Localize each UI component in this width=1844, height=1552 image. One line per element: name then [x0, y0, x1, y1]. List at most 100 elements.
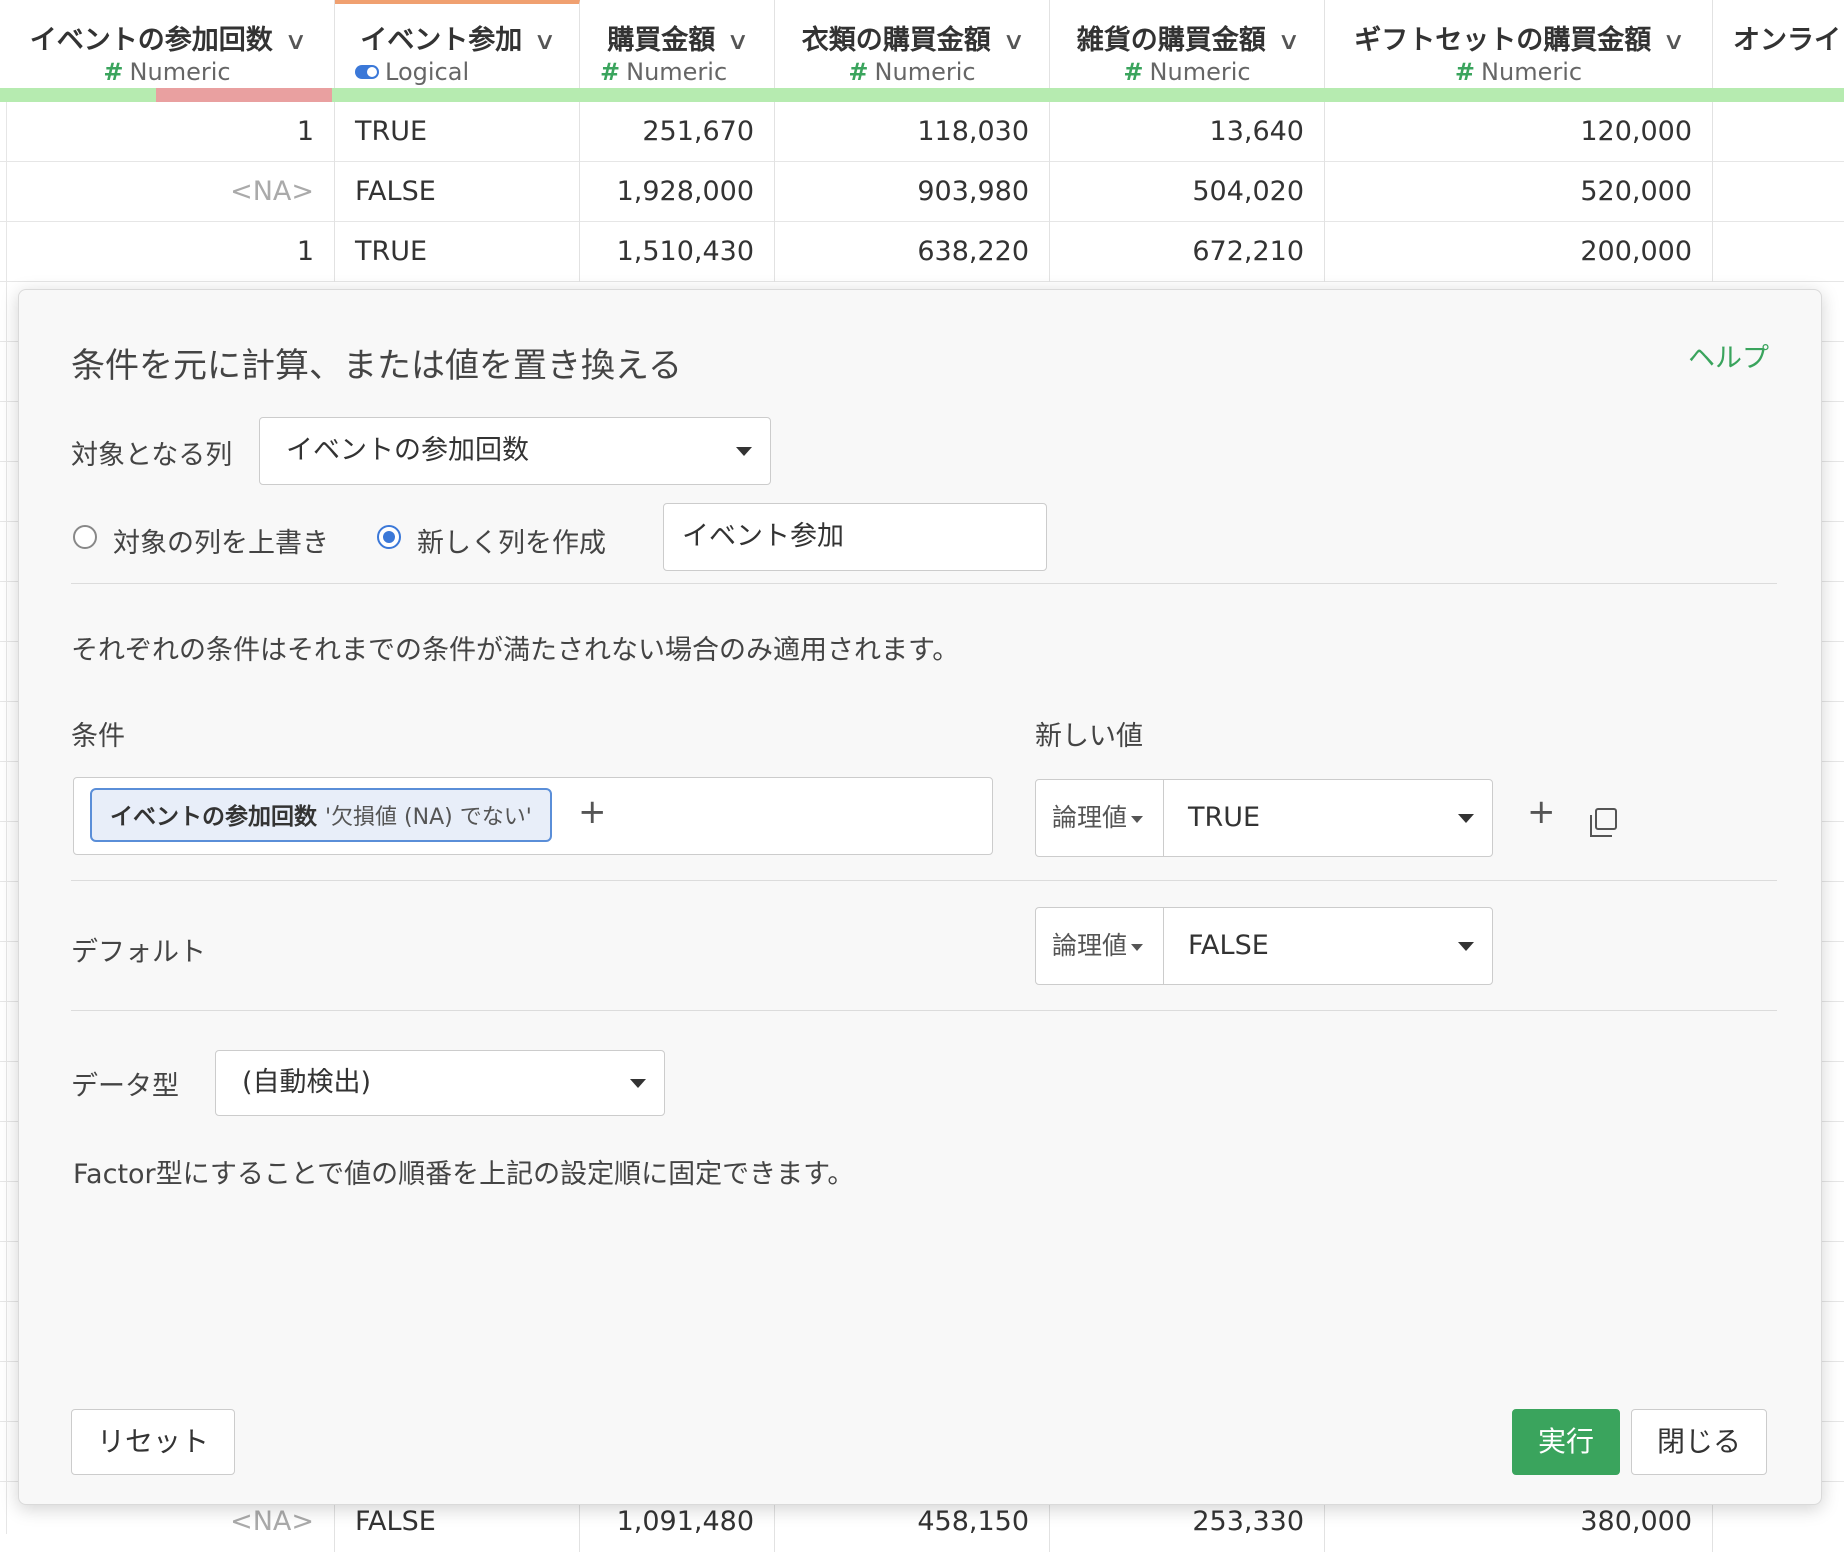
- table-cell[interactable]: <NA>: [0, 162, 335, 222]
- table-cell[interactable]: 672,210: [1050, 222, 1325, 282]
- default-value-select[interactable]: 論理値 FALSE: [1035, 907, 1493, 985]
- table-cell[interactable]: [1713, 222, 1844, 282]
- column-name: 雑貨の購買金額: [1076, 25, 1266, 56]
- table-cell[interactable]: TRUE: [335, 222, 580, 282]
- table-cell[interactable]: 504,020: [1050, 162, 1325, 222]
- chevron-down-icon[interactable]: ∨: [1663, 27, 1686, 55]
- radio-overwrite[interactable]: [73, 525, 97, 549]
- column-type: Numeric: [626, 58, 728, 86]
- radio-overwrite-label[interactable]: 対象の列を上書き: [113, 521, 329, 560]
- column-name: イベント参加: [360, 25, 523, 56]
- table-cell[interactable]: 118,030: [775, 102, 1050, 162]
- table-cell[interactable]: 1: [0, 102, 335, 162]
- column-header-giftset-amount[interactable]: ギフトセットの購買金額 ∨ # Numeric: [1325, 0, 1713, 92]
- radio-create-new[interactable]: [377, 525, 401, 549]
- column-type: Numeric: [1149, 58, 1251, 86]
- target-column-select[interactable]: イベントの参加回数: [259, 417, 771, 485]
- run-button[interactable]: 実行: [1512, 1409, 1620, 1475]
- chevron-down-icon[interactable]: ∨: [1277, 27, 1300, 55]
- column-header-goods-amount[interactable]: 雑貨の購買金額 ∨ # Numeric: [1050, 0, 1325, 92]
- table-cell[interactable]: 120,000: [1325, 102, 1713, 162]
- value-type-dropdown[interactable]: 論理値: [1036, 780, 1164, 856]
- table-cell[interactable]: 251,670: [580, 102, 775, 162]
- default-value-text: FALSE: [1188, 930, 1269, 961]
- table-cell[interactable]: 903,980: [775, 162, 1050, 222]
- table-row: 1 TRUE 251,670 118,030 13,640 120,000: [0, 102, 1844, 162]
- chevron-down-icon[interactable]: ∨: [727, 27, 750, 55]
- condition-chip-column: イベントの参加回数: [110, 804, 317, 830]
- condition-chip[interactable]: イベントの参加回数 '欠損値 (NA) でない': [90, 788, 552, 842]
- new-value-label: 新しい値: [1035, 721, 1143, 752]
- default-type-dropdown[interactable]: 論理値: [1036, 908, 1164, 984]
- chevron-down-icon[interactable]: ∨: [534, 27, 557, 55]
- data-type-value: (自動検出): [242, 1067, 372, 1098]
- caret-down-icon[interactable]: [1458, 814, 1474, 823]
- new-value-select[interactable]: 論理値 TRUE: [1035, 779, 1493, 857]
- table-row: 1 TRUE 1,510,430 638,220 672,210 200,000: [0, 222, 1844, 282]
- column-type: Numeric: [129, 58, 231, 86]
- hash-icon: #: [848, 58, 869, 86]
- caret-down-icon: [630, 1079, 646, 1088]
- column-name: 購買金額: [607, 25, 716, 56]
- condition-chip-text: '欠損値 (NA) でない': [325, 805, 532, 830]
- table-cell[interactable]: 520,000: [1325, 162, 1713, 222]
- conditional-replace-dialog: 条件を元に計算、または値を置き換える ヘルプ 対象となる列 イベントの参加回数 …: [18, 289, 1822, 1505]
- caret-down-icon[interactable]: [1458, 942, 1474, 951]
- value-type-text: 論理値: [1052, 803, 1128, 832]
- missing-values-bar: [156, 88, 332, 102]
- help-link[interactable]: ヘルプ: [1688, 336, 1769, 375]
- column-header-event-count[interactable]: イベントの参加回数 ∨ # Numeric: [0, 0, 335, 92]
- table-cell[interactable]: [1713, 162, 1844, 222]
- column-name: ギフトセットの購買金額: [1354, 25, 1652, 56]
- divider: [71, 880, 1777, 881]
- copy-icon[interactable]: [1590, 808, 1617, 837]
- column-name: オンライ: [1733, 25, 1841, 56]
- chevron-down-icon[interactable]: ∨: [284, 27, 307, 55]
- hash-icon: #: [1454, 58, 1476, 86]
- column-name: 衣類の購買金額: [801, 25, 991, 56]
- table-cell[interactable]: 638,220: [775, 222, 1050, 282]
- condition-label: 条件: [71, 721, 125, 752]
- dialog-title: 条件を元に計算、または値を置き換える: [71, 346, 682, 386]
- table-cell[interactable]: TRUE: [335, 102, 580, 162]
- reset-button[interactable]: リセット: [71, 1409, 235, 1475]
- column-header-clothing-amount[interactable]: 衣類の購買金額 ∨ # Numeric: [775, 0, 1050, 92]
- column-type: Numeric: [874, 58, 976, 86]
- condition-input[interactable]: イベントの参加回数 '欠損値 (NA) でない' +: [73, 777, 993, 855]
- table-cell[interactable]: 200,000: [1325, 222, 1713, 282]
- target-column-value: イベントの参加回数: [286, 435, 529, 466]
- new-column-name-input[interactable]: イベント参加: [663, 503, 1047, 571]
- add-condition-icon[interactable]: +: [578, 792, 607, 832]
- table-cell[interactable]: 1,510,430: [580, 222, 775, 282]
- column-type: Logical: [385, 58, 470, 86]
- column-header-event-participation[interactable]: イベント参加 ∨ Logical: [335, 0, 580, 92]
- close-button[interactable]: 閉じる: [1631, 1409, 1767, 1475]
- add-value-icon[interactable]: +: [1527, 792, 1556, 832]
- toggle-icon: [355, 65, 379, 79]
- value-text: TRUE: [1188, 802, 1261, 833]
- table-cell[interactable]: 1: [0, 222, 335, 282]
- divider: [71, 1010, 1777, 1011]
- column-header-purchase-amount[interactable]: 購買金額 ∨ # Numeric: [580, 0, 775, 92]
- table-cell[interactable]: FALSE: [335, 162, 580, 222]
- condition-note: それぞれの条件はそれまでの条件が満たされない場合のみ適用されます。: [71, 635, 960, 666]
- table-cell[interactable]: 13,640: [1050, 102, 1325, 162]
- table-cell[interactable]: 1,928,000: [580, 162, 775, 222]
- data-type-select[interactable]: (自動検出): [215, 1050, 665, 1116]
- hash-icon: #: [1123, 58, 1144, 86]
- column-name: イベントの参加回数: [29, 25, 273, 56]
- column-type: Numeric: [1481, 58, 1583, 86]
- radio-create-new-label[interactable]: 新しく列を作成: [417, 521, 606, 560]
- data-type-label: データ型: [71, 1071, 179, 1102]
- column-header-online[interactable]: オンライ: [1713, 0, 1844, 92]
- table-row: <NA> FALSE 1,928,000 903,980 504,020 520…: [0, 162, 1844, 222]
- chevron-down-icon[interactable]: ∨: [1002, 27, 1025, 55]
- caret-down-icon: [736, 447, 752, 456]
- caret-down-icon: [1131, 816, 1144, 823]
- caret-down-icon: [1131, 944, 1144, 951]
- target-column-label: 対象となる列: [71, 440, 233, 471]
- factor-note: Factor型にすることで値の順番を上記の設定順に固定できます。: [73, 1159, 855, 1190]
- default-type-text: 論理値: [1052, 931, 1128, 960]
- table-cell[interactable]: [1713, 102, 1844, 162]
- default-label: デフォルト: [71, 937, 206, 968]
